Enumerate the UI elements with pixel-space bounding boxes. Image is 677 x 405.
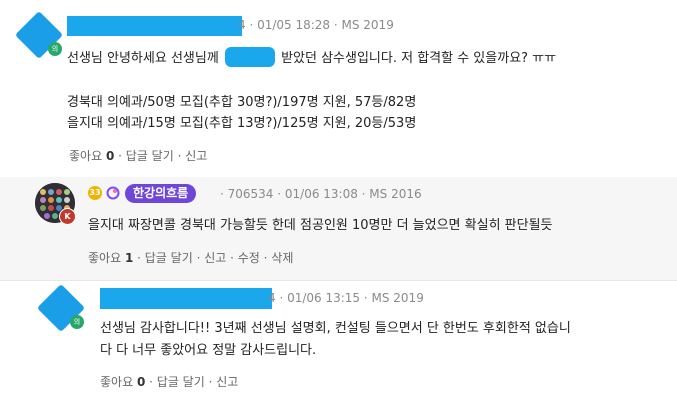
like-button[interactable]: 좋아요 0 <box>69 149 114 163</box>
comment-text-line-1: 선생님 감사합니다!! 3년째 선생님 설명회, 컨설팅 들으면서 단 한번도 … <box>100 321 571 336</box>
like-count: 0 <box>136 375 146 389</box>
like-button[interactable]: 좋아요 0 <box>100 375 145 389</box>
comment-text: 을지대 짜장면콜 경북대 가능할듯 한데 점공인원 10명만 더 늘었으면 확실… <box>88 218 553 233</box>
redacted-nickname <box>100 288 272 309</box>
comment-meta: 4 · 01/05 18:28 · MS 2019 <box>238 18 394 32</box>
like-button[interactable]: 좋아요 1 <box>88 251 133 265</box>
delete-button[interactable]: 삭제 <box>271 251 293 265</box>
reply-button[interactable]: 답글 달기 <box>126 149 174 163</box>
nickname-tag[interactable]: 한강의흐름 <box>125 184 197 203</box>
like-count: 1 <box>124 251 134 265</box>
redacted-name <box>224 47 275 67</box>
level-badge: 33 <box>88 186 102 200</box>
comment-2-reply: K 33 한강의흐름 · 706534 · 01/06 13:08 · MS 2… <box>0 177 677 280</box>
reply-button[interactable]: 답글 달기 <box>145 251 193 265</box>
comment-text-line-2: 경북대 의예과/50명 모집(추합 30명?)/197명 지원, 57등/82명 <box>67 95 417 110</box>
comment-actions: 좋아요 0 · 답글 달기 · 신고 <box>100 375 239 389</box>
comment-text-line-2: 다 다 너무 좋았어요 정말 감사드립니다. <box>100 343 317 358</box>
comment-actions: 좋아요 0 · 답글 달기 · 신고 <box>69 149 208 163</box>
comment-meta: 4 · 01/06 13:15 · MS 2019 <box>268 291 424 305</box>
edit-button[interactable]: 수정 <box>238 251 260 265</box>
comment-text-line-3: 을지대 의예과/15명 모집(추합 13명?)/125명 지원, 20등/53명 <box>67 116 417 131</box>
loop-icon <box>106 186 120 200</box>
report-button[interactable]: 신고 <box>216 375 238 389</box>
level-badge: 의 <box>70 315 84 329</box>
redacted-nickname <box>67 16 242 36</box>
comment-3-reply: 의 4 · 01/06 13:15 · MS 2019 선생님 감사합니다!! … <box>0 280 677 405</box>
comment-text-line-1: 선생님 안녕하세요 선생님께 받았던 삼수생입니다. 저 합격할 수 있을까요?… <box>67 47 556 69</box>
avatar-letter-badge: K <box>59 208 76 225</box>
report-button[interactable]: 신고 <box>204 251 226 265</box>
text-after-redaction: 받았던 삼수생입니다. 저 합격할 수 있을까요? ㅠㅠ <box>281 51 557 66</box>
comment-1: 의 4 · 01/05 18:28 · MS 2019 선생님 안녕하세요 선생… <box>0 0 677 178</box>
reply-button[interactable]: 답글 달기 <box>157 375 205 389</box>
comment-meta: · 706534 · 01/06 13:08 · MS 2016 <box>220 187 422 201</box>
like-count: 0 <box>105 149 115 163</box>
report-button[interactable]: 신고 <box>185 149 207 163</box>
text-before-redaction: 선생님 안녕하세요 선생님께 <box>67 51 219 66</box>
level-badge: 의 <box>48 42 62 56</box>
comment-actions: 좋아요 1 · 답글 달기 · 신고 · 수정 · 삭제 <box>88 251 294 265</box>
